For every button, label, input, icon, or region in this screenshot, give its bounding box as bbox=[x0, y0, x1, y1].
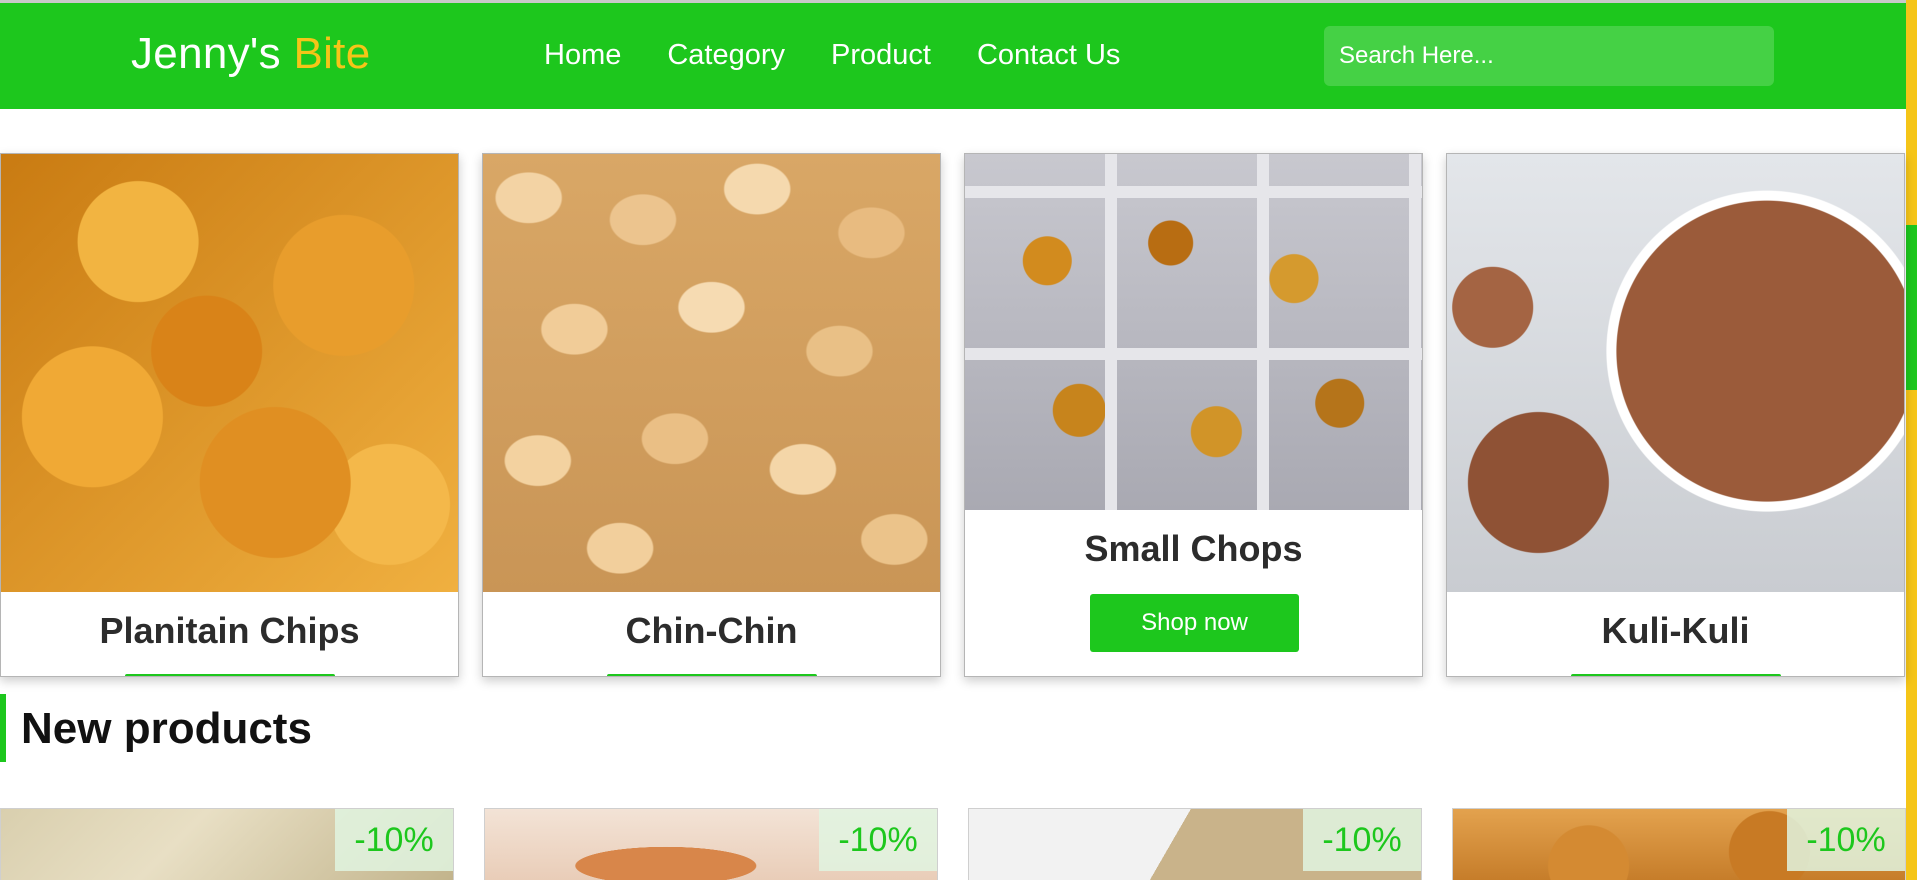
discount-badge: -10% bbox=[1787, 809, 1905, 871]
product-card[interactable]: -10% bbox=[484, 808, 938, 880]
nav-product[interactable]: Product bbox=[831, 39, 931, 72]
navbar: Jenny's Bite Home Category Product Conta… bbox=[0, 3, 1906, 109]
category-card-plantain-chips[interactable]: Planitain Chips bbox=[0, 153, 459, 677]
nav-home[interactable]: Home bbox=[544, 39, 621, 72]
discount-badge: -10% bbox=[335, 809, 453, 871]
product-card[interactable]: -10% bbox=[0, 808, 454, 880]
chin-chin-image bbox=[483, 154, 940, 592]
category-card-kuli-kuli[interactable]: Kuli-Kuli bbox=[1446, 153, 1905, 677]
card-accent-bar bbox=[125, 674, 335, 676]
card-accent-bar bbox=[607, 674, 817, 676]
heading-accent-bar bbox=[0, 694, 6, 762]
shop-now-button[interactable]: Shop now bbox=[1090, 594, 1299, 652]
search-input[interactable] bbox=[1324, 26, 1774, 86]
scrollbar-thumb[interactable] bbox=[1906, 225, 1917, 390]
main-nav: Home Category Product Contact Us bbox=[544, 39, 1120, 72]
discount-badge: -10% bbox=[819, 809, 937, 871]
card-accent-bar bbox=[1571, 674, 1781, 676]
brand-accent: Bite bbox=[293, 29, 371, 78]
product-card[interactable]: -10% bbox=[968, 808, 1422, 880]
brand-logo[interactable]: Jenny's Bite bbox=[131, 29, 370, 79]
category-title: Small Chops bbox=[1084, 528, 1303, 569]
product-card[interactable]: -10% bbox=[1452, 808, 1906, 880]
scrollbar[interactable] bbox=[1906, 0, 1917, 880]
category-card-chin-chin[interactable]: Chin-Chin bbox=[482, 153, 941, 677]
kuli-kuli-image bbox=[1447, 154, 1904, 592]
discount-badge: -10% bbox=[1303, 809, 1421, 871]
nav-category[interactable]: Category bbox=[667, 39, 785, 72]
category-title: Planitain Chips bbox=[99, 610, 360, 651]
small-chops-image bbox=[965, 154, 1422, 510]
category-title: Kuli-Kuli bbox=[1601, 610, 1750, 651]
category-card-small-chops[interactable]: Small Chops Shop now bbox=[964, 153, 1423, 677]
plantain-chips-image bbox=[1, 154, 458, 592]
section-title: New products bbox=[21, 704, 312, 753]
category-title: Chin-Chin bbox=[625, 610, 798, 651]
brand-name: Jenny's bbox=[131, 29, 281, 78]
nav-contact-us[interactable]: Contact Us bbox=[977, 39, 1120, 72]
